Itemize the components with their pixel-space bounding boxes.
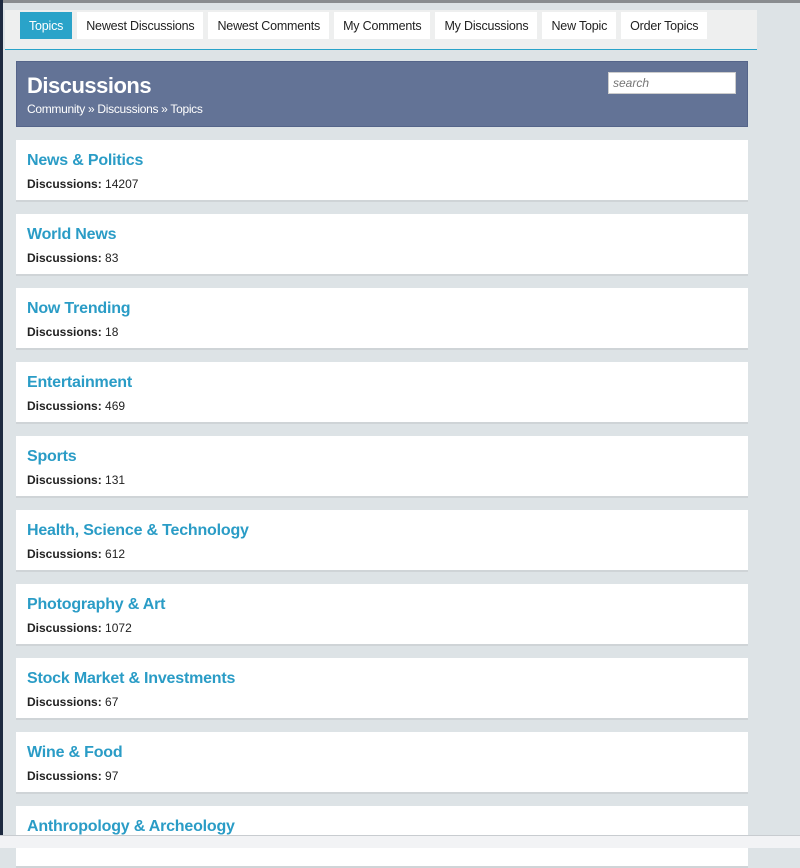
tab-new-topic[interactable]: New Topic <box>542 12 617 39</box>
discussion-count-value: 131 <box>105 473 126 487</box>
discussion-count-value: 97 <box>105 769 119 783</box>
topic-title-link[interactable]: Stock Market & Investments <box>27 670 235 688</box>
discussion-count: Discussions: 1072 <box>27 621 132 635</box>
discussion-count-value: 18 <box>105 325 119 339</box>
topic-title-link[interactable]: Health, Science & Technology <box>27 522 249 540</box>
window-top-border <box>0 0 800 3</box>
topic-card: News & Politics Discussions: 14207 <box>16 140 748 202</box>
discussion-count: Discussions: 18 <box>27 325 118 339</box>
topic-title-link[interactable]: Photography & Art <box>27 596 165 614</box>
breadcrumb: Community » Discussions » Topics <box>27 102 203 116</box>
tab-topics[interactable]: Topics <box>20 12 73 39</box>
tab-my-comments[interactable]: My Comments <box>334 12 431 39</box>
tab-order-topics[interactable]: Order Topics <box>621 12 708 39</box>
topic-card: Entertainment Discussions: 469 <box>16 362 748 424</box>
topic-card: World News Discussions: 83 <box>16 214 748 276</box>
discussions-label: Discussions: <box>27 399 102 413</box>
page-header: Discussions Community » Discussions » To… <box>16 61 748 127</box>
tab-bar: Topics Newest Discussions Newest Comments M… <box>20 12 708 39</box>
tab-newest-comments[interactable]: Newest Comments <box>208 12 330 39</box>
search-input[interactable] <box>608 72 736 94</box>
discussion-count: Discussions: 67 <box>27 695 118 709</box>
topic-card: Stock Market & Investments Discussions: 6… <box>16 658 748 720</box>
discussion-count-value: 1072 <box>105 621 132 635</box>
discussion-count: Discussions: 131 <box>27 473 125 487</box>
discussion-count: Discussions: 14207 <box>27 177 138 191</box>
topic-title-link[interactable]: News & Politics <box>27 152 143 170</box>
discussions-label: Discussions: <box>27 695 102 709</box>
discussion-count: Discussions: 97 <box>27 769 118 783</box>
topic-title-link[interactable]: Entertainment <box>27 374 132 392</box>
page-title: Discussions <box>27 73 152 98</box>
window-left-edge <box>0 0 3 835</box>
discussion-count-value: 83 <box>105 251 119 265</box>
discussion-count-value: 67 <box>105 695 119 709</box>
bottom-bar <box>0 835 800 848</box>
discussions-label: Discussions: <box>27 473 102 487</box>
discussion-count: Discussions: 83 <box>27 251 118 265</box>
discussions-label: Discussions: <box>27 769 102 783</box>
discussions-label: Discussions: <box>27 621 102 635</box>
topic-card: Now Trending Discussions: 18 <box>16 288 748 350</box>
topic-title-link[interactable]: Anthropology & Archeology <box>27 818 235 836</box>
topic-title-link[interactable]: World News <box>27 226 116 244</box>
discussion-count-value: 612 <box>105 547 126 561</box>
topic-card: Photography & Art Discussions: 1072 <box>16 584 748 646</box>
tab-newest-discussions[interactable]: Newest Discussions <box>77 12 204 39</box>
topic-title-link[interactable]: Wine & Food <box>27 744 123 762</box>
topic-card: Sports Discussions: 131 <box>16 436 748 498</box>
tab-my-discussions[interactable]: My Discussions <box>435 12 538 39</box>
topic-title-link[interactable]: Now Trending <box>27 300 131 318</box>
discussion-count-value: 14207 <box>105 177 139 191</box>
discussion-count-value: 469 <box>105 399 126 413</box>
discussions-label: Discussions: <box>27 251 102 265</box>
discussion-count: Discussions: 469 <box>27 399 125 413</box>
topic-card: Wine & Food Discussions: 97 <box>16 732 748 794</box>
discussions-label: Discussions: <box>27 177 102 191</box>
topic-card: Health, Science & Technology Discussions:… <box>16 510 748 572</box>
topic-title-link[interactable]: Sports <box>27 448 77 466</box>
discussions-label: Discussions: <box>27 547 102 561</box>
discussion-count: Discussions: 612 <box>27 547 125 561</box>
discussions-label: Discussions: <box>27 325 102 339</box>
